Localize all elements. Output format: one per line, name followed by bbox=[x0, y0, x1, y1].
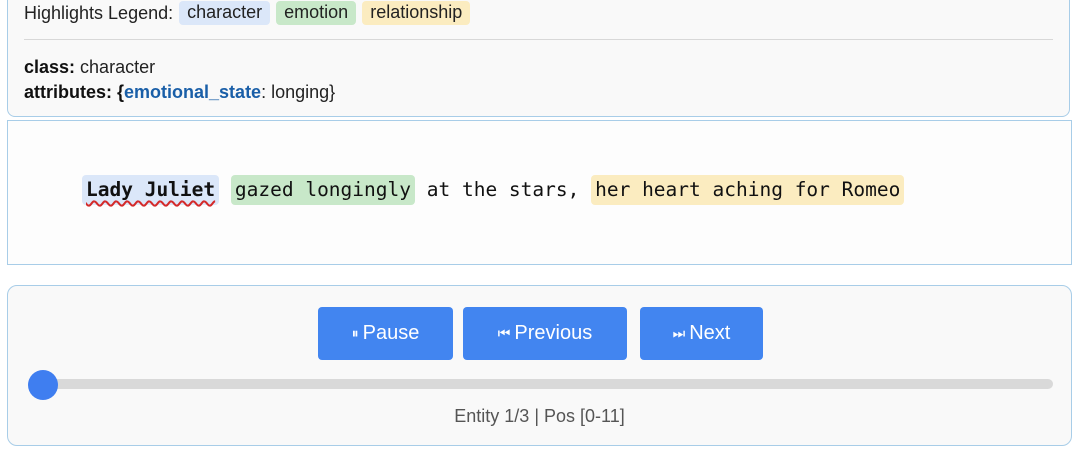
attributes-line: attributes: {emotional_state: longing} bbox=[24, 80, 335, 105]
progress-slider-track[interactable] bbox=[33, 379, 1053, 389]
pause-button[interactable]: ⏸ Pause bbox=[318, 307, 453, 360]
next-button[interactable]: ⏭ Next bbox=[640, 307, 763, 360]
previous-button[interactable]: ⏮ Previous bbox=[463, 307, 627, 360]
legend-chip-relationship: relationship bbox=[362, 1, 471, 25]
previous-label: Previous bbox=[514, 322, 593, 344]
highlight-emotion: gazed longingly bbox=[230, 175, 415, 205]
divider bbox=[24, 39, 1053, 40]
annotated-sentence: Lady Juliet gazed longingly at the stars… bbox=[82, 175, 905, 205]
legend-chip-emotion: emotion bbox=[276, 1, 357, 25]
class-value: character bbox=[75, 57, 156, 77]
progress-slider-thumb[interactable] bbox=[28, 370, 58, 400]
info-panel: Highlights Legend: character emotion rel… bbox=[7, 0, 1070, 117]
entity-details: class: character attributes: {emotional_… bbox=[24, 55, 335, 105]
pause-label: Pause bbox=[362, 322, 420, 344]
highlight-character: Lady Juliet bbox=[82, 175, 220, 205]
highlight-relationship: her heart aching for Romeo bbox=[591, 175, 905, 205]
highlights-legend: Highlights Legend: character emotion rel… bbox=[24, 1, 471, 25]
plain-text: at the stars, bbox=[415, 178, 592, 201]
pause-icon: ⏸ bbox=[351, 325, 359, 341]
text-panel: Lady Juliet gazed longingly at the stars… bbox=[7, 120, 1072, 265]
class-key: class: bbox=[24, 57, 76, 77]
attribute-name: emotional_state bbox=[124, 82, 262, 102]
attributes-open-brace: { bbox=[112, 82, 125, 102]
previous-icon: ⏮ bbox=[497, 325, 511, 341]
legend-chip-character: character bbox=[179, 1, 271, 25]
next-label: Next bbox=[689, 322, 731, 344]
attribute-value: : longing} bbox=[261, 82, 336, 102]
class-line: class: character bbox=[24, 55, 335, 80]
position-status: Entity 1/3 | Pos [0-11] bbox=[454, 406, 625, 426]
legend-label: Highlights Legend: bbox=[24, 2, 174, 23]
next-icon: ⏭ bbox=[672, 325, 686, 341]
attributes-key: attributes: bbox=[24, 82, 113, 102]
controls-panel: ⏸ Pause ⏮ Previous ⏭ Next Entity 1/3 | P… bbox=[7, 285, 1072, 446]
